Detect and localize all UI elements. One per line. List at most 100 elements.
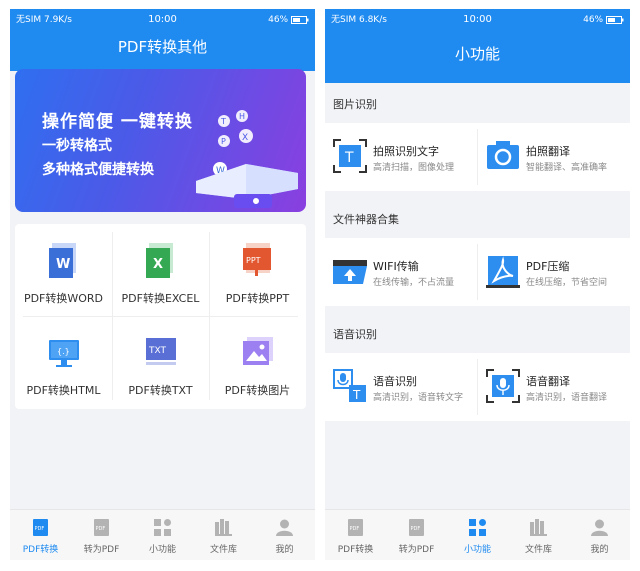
svg-text:T: T (220, 117, 226, 126)
feature-desc: 在线传输，不占流量 (373, 278, 455, 288)
library-icon (215, 519, 232, 536)
header: 无SIM 6.8K/s 10:00 46% 小功能 (325, 9, 630, 83)
feature-name: 语音翻译 (526, 375, 570, 388)
tab-pdf-convert[interactable]: PDF PDF转换 (325, 510, 386, 560)
bottom-tab-bar: PDF PDF转换 PDF 转为PDF 小功能 文件库 我的 (325, 509, 630, 560)
profile-icon (591, 519, 608, 536)
profile-icon (276, 519, 293, 536)
feature-name: 拍照识别文字 (373, 145, 439, 158)
word-file-icon: W (49, 243, 76, 278)
tab-label: 小功能 (463, 545, 491, 555)
svg-text:H: H (239, 112, 245, 121)
feature-voice-translate[interactable]: 语音翻译 高清识别，语音翻译 (478, 353, 630, 421)
voice-translate-icon (486, 369, 520, 403)
svg-text:X: X (153, 257, 163, 272)
battery-level: 46% (583, 9, 624, 31)
pdf-convert-icon: PDF (33, 519, 48, 536)
svg-text:P: P (221, 137, 226, 146)
tool-pdf-to-word[interactable]: W PDF转换WORD (15, 224, 112, 316)
banner-headline: 操作简便 一键转换 (42, 112, 193, 132)
feature-desc: 高清扫描，图像处理 (373, 163, 455, 173)
book-illustration-icon: T H P X W (196, 110, 298, 208)
promo-banner[interactable]: 操作简便 一键转换 一秒转格式 多种格式便捷转换 T H P X W (15, 69, 306, 212)
widgets-icon (469, 519, 486, 536)
tab-library[interactable]: 文件库 (508, 510, 569, 560)
feature-name: 拍照翻译 (526, 145, 570, 158)
bottom-tab-bar: PDF PDF转换 PDF 转为PDF 小功能 文件库 我的 (10, 509, 315, 560)
excel-file-icon: X (146, 243, 173, 278)
page-title: 小功能 (454, 45, 500, 63)
banner-line-2: 一秒转格式 (42, 138, 112, 154)
tab-to-pdf[interactable]: PDF 转为PDF (386, 510, 447, 560)
tool-label: PDF转换HTML (26, 384, 101, 397)
to-pdf-icon: PDF (94, 519, 109, 536)
pdf-convert-screen: 无SIM 7.9K/s 10:00 46% PDF转换其他 操作简便 一键转换 … (10, 9, 315, 560)
tool-label: PDF转换图片 (224, 384, 291, 397)
header: 无SIM 7.9K/s 10:00 46% PDF转换其他 (10, 9, 315, 71)
tool-pdf-to-ppt[interactable]: PPT PDF转换PPT (209, 224, 306, 316)
tool-label: PDF转换EXCEL (121, 292, 200, 305)
ppt-file-icon: PPT (243, 243, 271, 276)
tab-label: 文件库 (524, 545, 552, 555)
feature-wifi-transfer[interactable]: WIFI传输 在线传输，不占流量 (325, 238, 477, 306)
pdf-compress-icon (486, 256, 520, 288)
section-title: 语音识别 (333, 328, 377, 341)
tab-profile[interactable]: 我的 (569, 510, 630, 560)
txt-file-icon: TXT (146, 338, 176, 365)
battery-icon (606, 15, 624, 24)
convert-tools-grid: W PDF转换WORD X PDF转换EXCEL PPT PDF转换PPT {.… (15, 224, 306, 409)
section-file-tools: WIFI传输 在线传输，不占流量 PDF压缩 在线压缩，节省空间 (325, 238, 630, 306)
svg-text:PDF: PDF (96, 526, 106, 532)
section-title: 文件神器合集 (333, 213, 399, 226)
tool-label: PDF转换WORD (23, 292, 104, 305)
tool-pdf-to-image[interactable]: PDF转换图片 (209, 316, 306, 408)
tool-pdf-to-excel[interactable]: X PDF转换EXCEL (112, 224, 209, 316)
tab-label: 我的 (275, 545, 294, 555)
camera-translate-icon (487, 141, 519, 169)
tool-pdf-to-txt[interactable]: TXT PDF转换TXT (112, 316, 209, 408)
feature-name: WIFI传输 (373, 260, 419, 273)
widgets-icon (154, 519, 171, 536)
feature-camera-translate[interactable]: 拍照翻译 智能翻译、高准确率 (478, 123, 630, 191)
tab-label: 转为PDF (83, 545, 120, 555)
feature-scan-text[interactable]: T 拍照识别文字 高清扫描，图像处理 (325, 123, 477, 191)
feature-pdf-compress[interactable]: PDF压缩 在线压缩，节省空间 (478, 238, 630, 306)
feature-desc: 在线压缩，节省空间 (526, 278, 608, 288)
battery-level: 46% (268, 9, 309, 31)
svg-text:X: X (242, 133, 248, 143)
to-pdf-icon: PDF (409, 519, 424, 536)
section-image-recognition: T 拍照识别文字 高清扫描，图像处理 拍照翻译 智能翻译、高准确率 (325, 123, 630, 191)
status-bar: 无SIM 7.9K/s 10:00 46% (10, 9, 315, 31)
tab-profile[interactable]: 我的 (254, 510, 315, 560)
banner-line-3: 多种格式便捷转换 (42, 162, 154, 178)
tab-library[interactable]: 文件库 (193, 510, 254, 560)
scan-text-icon: T (333, 139, 367, 173)
status-bar: 无SIM 6.8K/s 10:00 46% (325, 9, 630, 31)
tab-label: 转为PDF (398, 545, 435, 555)
page-title: PDF转换其他 (117, 38, 208, 56)
tab-label: 我的 (590, 545, 609, 555)
html-monitor-icon: {.} (49, 340, 79, 367)
speech-to-text-icon: T (333, 369, 366, 402)
feature-speech-to-text[interactable]: T 语音识别 高清识别，语音转文字 (325, 353, 477, 421)
feature-desc: 高清识别，语音翻译 (526, 393, 608, 403)
tool-label: PDF转换TXT (128, 384, 193, 397)
svg-text:{.}: {.} (57, 347, 70, 356)
feature-name: PDF压缩 (526, 260, 570, 273)
section-title: 图片识别 (333, 98, 377, 111)
svg-text:PDF: PDF (350, 526, 360, 532)
tab-label: 文件库 (209, 545, 237, 555)
tab-pdf-convert[interactable]: PDF PDF转换 (10, 510, 71, 560)
tab-label: PDF转换 (337, 545, 374, 555)
svg-text:T: T (344, 150, 354, 166)
tab-label: PDF转换 (22, 545, 59, 555)
tab-widgets[interactable]: 小功能 (132, 510, 193, 560)
tab-widgets[interactable]: 小功能 (447, 510, 508, 560)
tab-to-pdf[interactable]: PDF 转为PDF (71, 510, 132, 560)
tab-label: 小功能 (148, 545, 176, 555)
widgets-screen: 无SIM 6.8K/s 10:00 46% 小功能 图片识别 T 拍照识别文字 … (325, 9, 630, 560)
tool-pdf-to-html[interactable]: {.} PDF转换HTML (15, 316, 112, 408)
image-file-icon (243, 337, 273, 365)
wifi-transfer-icon (333, 260, 367, 284)
svg-text:PDF: PDF (35, 526, 45, 532)
